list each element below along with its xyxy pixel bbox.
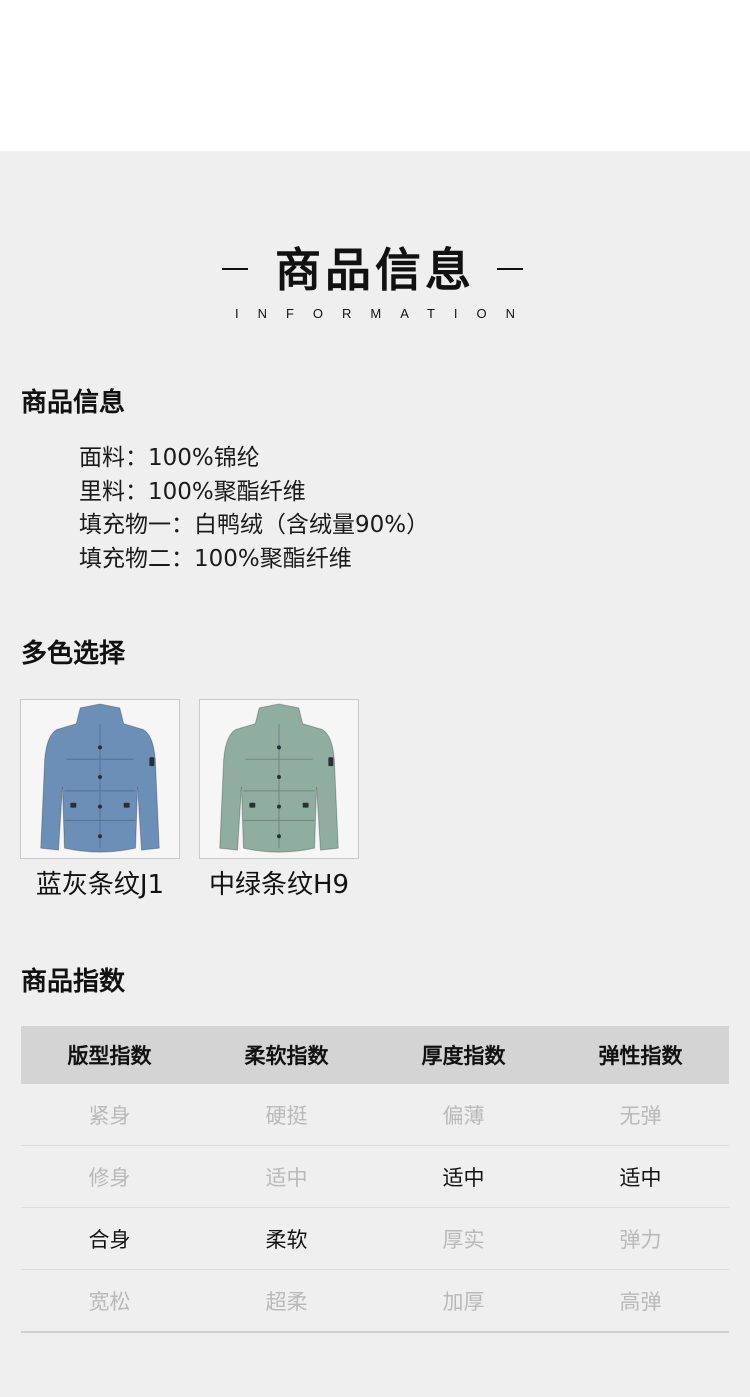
color-options-heading: 多色选择: [21, 639, 126, 669]
table-row: 宽松 超柔 加厚 高弹: [21, 1269, 729, 1333]
column-elasticity-index: 弹性指数: [552, 1026, 729, 1084]
product-info-list: 面料：100%锦纶 里料：100%聚酯纤维 填充物一：白鸭绒（含绒量90%） 填…: [79, 442, 429, 576]
info-line-lining: 里料：100%聚酯纤维: [79, 478, 306, 505]
index-cell: 偏薄: [375, 1084, 552, 1146]
index-cell: 高弹: [552, 1269, 729, 1333]
hero-right-dash: [497, 268, 523, 270]
column-softness-index: 柔软指数: [198, 1026, 375, 1084]
index-cell: 修身: [21, 1145, 198, 1208]
index-cell: 无弹: [552, 1084, 729, 1146]
jacket-mid-green-image: [199, 699, 359, 859]
table-row: 合身 柔软 厚实 弹力: [21, 1207, 729, 1270]
column-fit-index: 版型指数: [21, 1026, 198, 1084]
index-cell: 紧身: [21, 1084, 198, 1146]
index-cell: 厚实: [375, 1207, 552, 1270]
info-line-fabric: 面料：100%锦纶: [79, 445, 260, 471]
color-label-blue-grey: 蓝灰条纹J1: [35, 870, 165, 900]
product-index-table: 版型指数 柔软指数 厚度指数 弹性指数 紧身 硬挺 偏薄 无弹 修身 适中 适中…: [21, 1026, 729, 1333]
info-line-filling-2: 填充物二：100%聚酯纤维: [79, 545, 352, 572]
index-header-row: 版型指数 柔软指数 厚度指数 弹性指数: [21, 1026, 729, 1084]
top-blank-area: [0, 0, 750, 151]
hero-title: 商品信息: [275, 243, 475, 297]
index-cell: 超柔: [198, 1269, 375, 1333]
index-cell: 弹力: [552, 1207, 729, 1270]
index-cell: 加厚: [375, 1269, 552, 1333]
jacket-icon: [219, 703, 339, 853]
index-cell: 适中: [198, 1145, 375, 1208]
product-index-heading: 商品指数: [21, 967, 126, 997]
index-cell: 宽松: [21, 1269, 198, 1333]
column-thickness-index: 厚度指数: [375, 1026, 552, 1084]
color-swatch-mid-green[interactable]: 中绿条纹H9: [199, 699, 359, 902]
jacket-icon: [40, 703, 160, 853]
index-cell: 硬挺: [198, 1084, 375, 1146]
index-cell: 适中: [552, 1145, 729, 1208]
index-cell: 合身: [21, 1207, 198, 1270]
table-row: 紧身 硬挺 偏薄 无弹: [21, 1084, 729, 1146]
color-swatch-blue-grey[interactable]: 蓝灰条纹J1: [20, 699, 180, 902]
info-line-filling-1: 填充物一：白鸭绒（含绒量90%）: [79, 512, 430, 538]
hero-subtitle: INFORMATION: [234, 306, 535, 321]
index-cell: 适中: [375, 1145, 552, 1208]
jacket-blue-grey-image: [20, 699, 180, 859]
color-label-mid-green: 中绿条纹H9: [208, 870, 350, 900]
product-info-heading: 商品信息: [21, 388, 126, 418]
table-row: 修身 适中 适中 适中: [21, 1145, 729, 1208]
index-cell: 柔软: [198, 1207, 375, 1270]
